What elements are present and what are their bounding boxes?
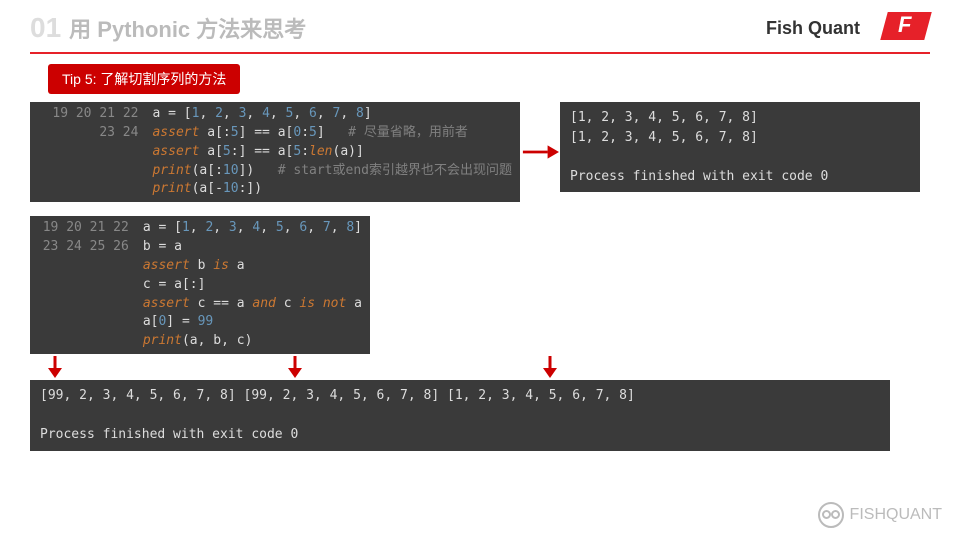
- arrow-down-icon: [540, 356, 560, 378]
- arrow-right-icon: [520, 102, 560, 202]
- chapter-number: 01: [30, 12, 61, 44]
- watermark-text: FISHQUANT: [850, 506, 942, 524]
- wechat-icon: [818, 502, 844, 528]
- output-block-1: [1, 2, 3, 4, 5, 6, 7, 8] [1, 2, 3, 4, 5,…: [560, 102, 920, 192]
- code-block-1: 19 20 21 22 23 24 a = [1, 2, 3, 4, 5, 6,…: [30, 102, 520, 202]
- tip-badge: Tip 5: 了解切割序列的方法: [48, 64, 240, 94]
- brand-logo: F: [880, 12, 930, 44]
- output-block-2: [99, 2, 3, 4, 5, 6, 7, 8] [99, 2, 3, 4, …: [30, 380, 890, 451]
- watermark: FISHQUANT: [818, 502, 942, 528]
- arrow-down-icon: [45, 356, 65, 378]
- code-block-2: 19 20 21 22 23 24 25 26 a = [1, 2, 3, 4,…: [30, 216, 370, 354]
- arrow-down-icon: [285, 356, 305, 378]
- arrows-down: [30, 356, 960, 378]
- slide-header: 01 用 Pythonic 方法来思考 Fish Quant F: [0, 0, 960, 44]
- brand-text: Fish Quant: [766, 18, 860, 39]
- divider: [30, 52, 930, 54]
- chapter-title: 用 Pythonic 方法来思考: [69, 12, 766, 44]
